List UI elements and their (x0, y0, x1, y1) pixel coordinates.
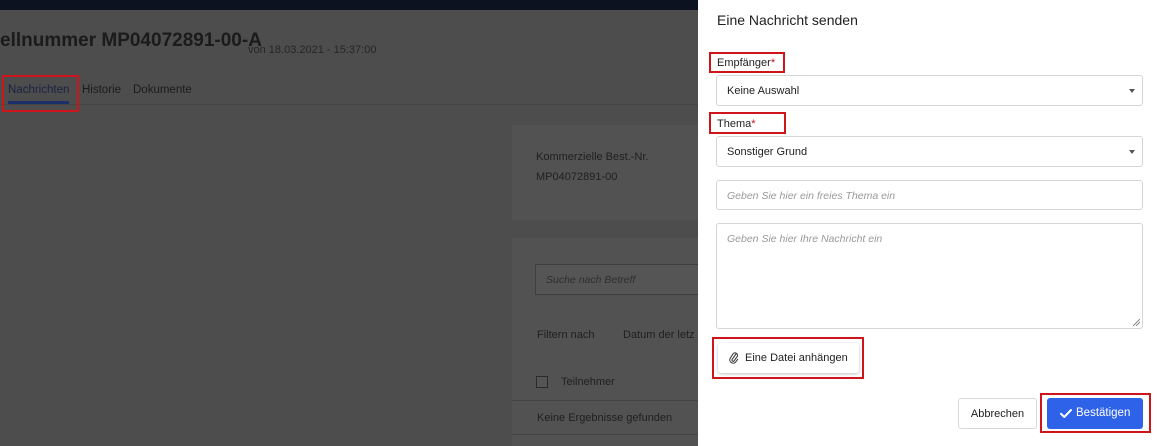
recipient-select-value: Keine Auswahl (727, 85, 800, 97)
row-divider (512, 400, 698, 401)
topic-select[interactable]: Sonstiger Grund (716, 136, 1143, 167)
message-placeholder: Geben Sie hier Ihre Nachricht ein (727, 233, 883, 245)
highlight-attach-button (712, 337, 864, 379)
select-all-checkbox[interactable] (536, 376, 548, 388)
tab-bar: Nachrichten Historie Dokumente (0, 81, 698, 105)
no-results-text: Keine Ergebnisse gefunden (537, 412, 673, 424)
cancel-button[interactable]: Abbrechen (958, 398, 1037, 429)
order-number-label: Kommerzielle Best.-Nr. (536, 151, 649, 163)
search-input[interactable]: Suche nach Betreff (535, 264, 698, 295)
tab-dokumente[interactable]: Dokumente (133, 84, 192, 96)
caret-down-icon (1129, 150, 1135, 154)
recipient-select[interactable]: Keine Auswahl (716, 75, 1143, 106)
filter-label: Filtern nach (537, 329, 595, 341)
send-message-panel: Eine Nachricht senden Empfänger* Keine A… (698, 0, 1157, 446)
order-number-value: MP04072891-00 (536, 171, 618, 183)
free-topic-placeholder: Geben Sie hier ein freies Thema ein (727, 190, 896, 202)
search-placeholder: Suche nach Betreff (546, 274, 636, 286)
cancel-button-label: Abbrechen (970, 408, 1025, 420)
caret-down-icon (1129, 89, 1135, 93)
highlight-tab-nachrichten (2, 75, 79, 112)
message-textarea[interactable]: Geben Sie hier Ihre Nachricht ein (716, 223, 1143, 329)
free-topic-input[interactable]: Geben Sie hier ein freies Thema ein (716, 180, 1143, 210)
row-divider (512, 434, 698, 435)
page-title-date: von 18.03.2021 - 15:37:00 (248, 44, 377, 56)
panel-title: Eine Nachricht senden (717, 12, 858, 28)
page-title: ellnummer MP04072891-00-A (0, 30, 262, 51)
resize-handle-icon[interactable] (1133, 319, 1140, 326)
topic-select-value: Sonstiger Grund (727, 146, 808, 158)
filter-select[interactable]: Datum der letz (623, 329, 695, 341)
highlight-recipient-label (709, 52, 785, 73)
participants-header: Teilnehmer (561, 376, 615, 388)
highlight-topic-label (709, 112, 786, 134)
tab-historie[interactable]: Historie (82, 84, 121, 96)
highlight-confirm-button (1040, 393, 1151, 433)
